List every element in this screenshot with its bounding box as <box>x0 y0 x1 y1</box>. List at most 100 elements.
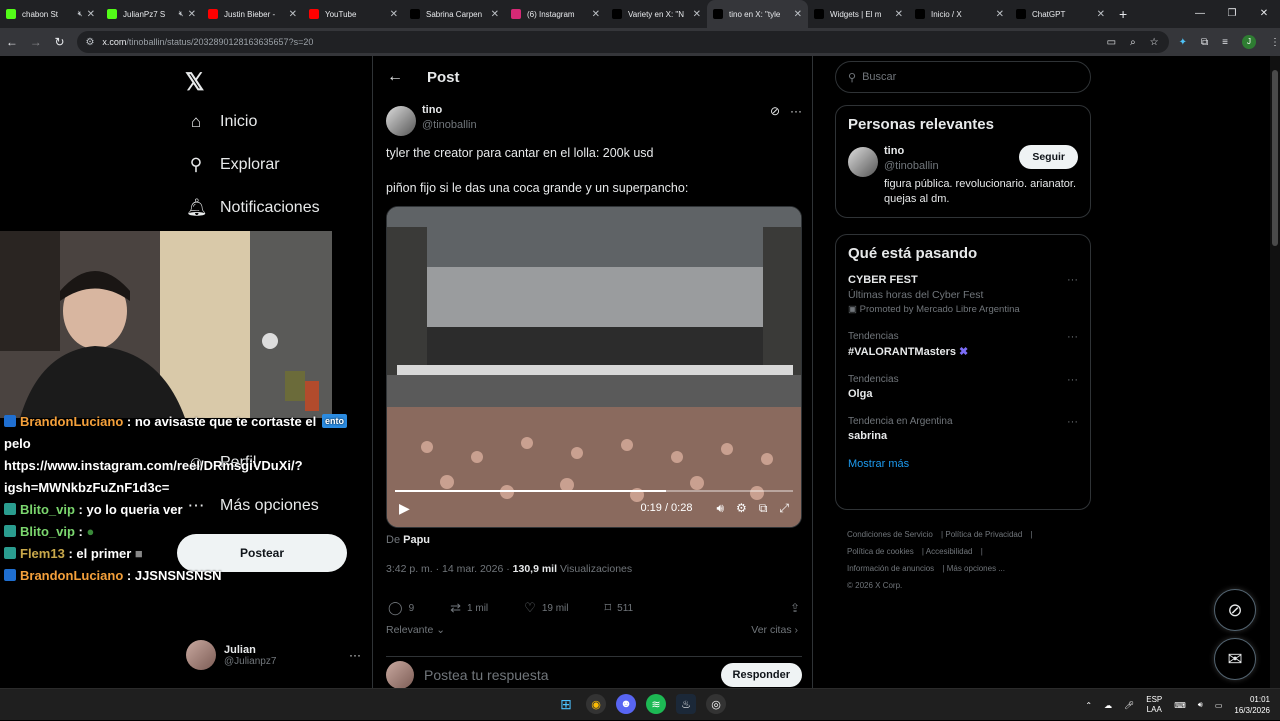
footer-link[interactable]: Más opciones ... <box>947 564 1005 573</box>
reload-button[interactable]: ↻ <box>48 35 72 49</box>
tab-close-icon[interactable]: ✕ <box>390 9 398 20</box>
trend-item[interactable]: Tendencias Olga ··· <box>836 374 1090 400</box>
author-handle[interactable]: @tinoballin <box>422 119 477 131</box>
browser-tab[interactable]: JulianPz7 S 🔇︎ ✕ <box>101 0 202 28</box>
browser-tab[interactable]: Justin Bieber - ✕ <box>202 0 303 28</box>
share-icon[interactable]: ⇪ <box>790 601 800 615</box>
browser-tab[interactable]: Inicio / X ✕ <box>909 0 1010 28</box>
person-handle[interactable]: @tinoballin <box>884 160 939 172</box>
maximize-button[interactable]: ❐ <box>1216 0 1248 28</box>
tab-close-icon[interactable]: ✕ <box>592 9 600 20</box>
extension-icon[interactable]: ✦ <box>1179 37 1187 48</box>
spotify-icon[interactable]: ≋ <box>646 694 666 714</box>
tab-close-icon[interactable]: ✕ <box>794 9 802 20</box>
grok-fab-icon[interactable]: ⊘ <box>1214 589 1256 631</box>
bookmark-button[interactable]: ⌑ 511 <box>605 600 634 616</box>
tab-close-icon[interactable]: ✕ <box>693 9 701 20</box>
browser-tab[interactable]: Variety en X: "N ✕ <box>606 0 707 28</box>
grok-icon[interactable]: ⊘ <box>770 104 780 118</box>
like-button[interactable]: ♡ 19 mil <box>524 600 568 616</box>
back-arrow-icon[interactable]: ← <box>387 68 403 86</box>
tab-muted-icon[interactable]: 🔇︎ <box>179 9 184 19</box>
clock[interactable]: 01:01 16/3/2026 <box>1234 694 1270 716</box>
account-switcher[interactable]: Julian @Julianpz7 ··· <box>186 640 361 670</box>
browser-tab[interactable]: chabon St 🔇︎ ✕ <box>0 0 101 28</box>
messages-fab-icon[interactable]: ✉ <box>1214 638 1256 680</box>
post-time[interactable]: 3:42 p. m. · 14 mar. 2026 · <box>386 563 510 575</box>
tab-close-icon[interactable]: ✕ <box>188 9 196 20</box>
more-icon[interactable]: ··· <box>1067 274 1078 286</box>
discord-icon[interactable]: ☻ <box>616 694 636 714</box>
scrollbar-thumb[interactable] <box>1272 70 1278 246</box>
more-icon[interactable]: ··· <box>349 648 361 662</box>
install-icon[interactable]: ▭ <box>1107 37 1116 48</box>
person-row[interactable]: tino @tinoballin Seguir figura pública. … <box>836 145 1090 217</box>
trend-item[interactable]: CYBER FEST Últimas horas del Cyber Fest … <box>836 274 1090 315</box>
show-more-link[interactable]: Mostrar más <box>836 458 1090 482</box>
bookmark-star-icon[interactable]: ☆ <box>1150 37 1159 48</box>
play-icon[interactable]: ▶ <box>399 500 410 517</box>
settings-icon[interactable]: ⚙ <box>736 501 747 515</box>
fullscreen-icon[interactable]: ⤢ <box>779 501 789 516</box>
repost-button[interactable]: ⇄ 1 mil <box>450 600 488 616</box>
nav-item-explorar[interactable]: ⚲ Explorar <box>186 155 280 175</box>
more-icon[interactable]: ··· <box>1067 416 1078 428</box>
trend-item[interactable]: Tendencia en Argentina sabrina ··· <box>836 416 1090 442</box>
back-button[interactable]: ← <box>0 35 24 49</box>
avatar[interactable] <box>848 147 878 177</box>
author-name[interactable]: tino <box>422 104 477 116</box>
tab-close-icon[interactable]: ✕ <box>87 9 95 20</box>
forward-button[interactable]: → <box>24 35 48 49</box>
footer-link[interactable]: Accesibilidad <box>926 547 973 556</box>
tab-close-icon[interactable]: ✕ <box>289 9 297 20</box>
nav-item-inicio[interactable]: ⌂ Inicio <box>186 112 258 132</box>
onedrive-icon[interactable]: ☁ <box>1104 701 1112 710</box>
browser-tab[interactable]: ChatGPT ✕ <box>1010 0 1111 28</box>
tab-close-icon[interactable]: ✕ <box>491 9 499 20</box>
new-tab-button[interactable]: + <box>1119 6 1127 22</box>
x-logo-icon[interactable]: 𝕏 <box>185 68 204 97</box>
follow-button[interactable]: Seguir <box>1019 145 1078 169</box>
view-quotes-link[interactable]: Ver citas › <box>751 624 798 636</box>
profile-avatar[interactable]: J <box>1242 35 1257 49</box>
mic-icon[interactable]: 🎤︎ <box>1124 701 1134 710</box>
pip-icon[interactable]: ⧉ <box>759 501 768 516</box>
footer-link[interactable]: Condiciones de Servicio <box>847 530 933 539</box>
footer-link[interactable]: Política de Privacidad <box>945 530 1022 539</box>
more-icon[interactable]: ··· <box>1067 374 1078 386</box>
search-input[interactable]: ⚲ Buscar <box>835 61 1091 93</box>
tray-chevron-icon[interactable]: ⌃ <box>1085 701 1092 710</box>
more-icon[interactable]: ··· <box>790 104 802 118</box>
tab-close-icon[interactable]: ✕ <box>996 9 1004 20</box>
footer-link[interactable]: Política de cookies <box>847 547 914 556</box>
from-name[interactable]: Papu <box>403 534 430 546</box>
page-scrollbar[interactable] <box>1270 56 1280 688</box>
battery-icon[interactable]: ▭ <box>1215 701 1223 710</box>
tab-close-icon[interactable]: ✕ <box>1097 9 1105 20</box>
network-icon[interactable]: ⌨ <box>1174 701 1186 710</box>
browser-tab[interactable]: Widgets | El m ✕ <box>808 0 909 28</box>
volume-icon[interactable]: 🔊︎ <box>716 501 724 516</box>
language-indicator[interactable]: ESP LAA <box>1146 695 1162 715</box>
reply-button[interactable]: ◯ 9 <box>388 600 414 616</box>
steam-icon[interactable]: ♨ <box>676 694 696 714</box>
browser-tab[interactable]: YouTube ✕ <box>303 0 404 28</box>
close-window-button[interactable]: ✕ <box>1248 0 1280 28</box>
obs-icon[interactable]: ◎ <box>706 694 726 714</box>
reply-button-submit[interactable]: Responder <box>720 663 802 687</box>
url-input[interactable]: ⚙ x.com/tinoballin/status/20328901281636… <box>77 31 1169 53</box>
browser-tab[interactable]: (6) Instagram ✕ <box>505 0 606 28</box>
tab-muted-icon[interactable]: 🔇︎ <box>78 9 83 19</box>
extensions-puzzle-icon[interactable]: ⧉ <box>1201 37 1208 48</box>
reply-input[interactable]: Postea tu respuesta <box>424 667 549 683</box>
footer-link[interactable]: Información de anuncios <box>847 564 934 573</box>
zoom-icon[interactable]: ⌕ <box>1130 37 1136 48</box>
video-player[interactable]: ▶ 0:19 / 0:28 🔊︎ ⚙ ⧉ ⤢ <box>386 206 802 528</box>
person-name[interactable]: tino <box>884 145 939 157</box>
tab-close-icon[interactable]: ✕ <box>895 9 903 20</box>
browser-tab[interactable]: Sabrina Carpen ✕ <box>404 0 505 28</box>
nav-item-notificaciones[interactable]: 🔔︎ Notificaciones <box>186 198 320 218</box>
trend-item[interactable]: Tendencias #VALORANTMasters ✖ ··· <box>836 331 1090 358</box>
site-info-icon[interactable]: ⚙ <box>85 37 94 48</box>
more-icon[interactable]: ··· <box>1067 331 1078 343</box>
